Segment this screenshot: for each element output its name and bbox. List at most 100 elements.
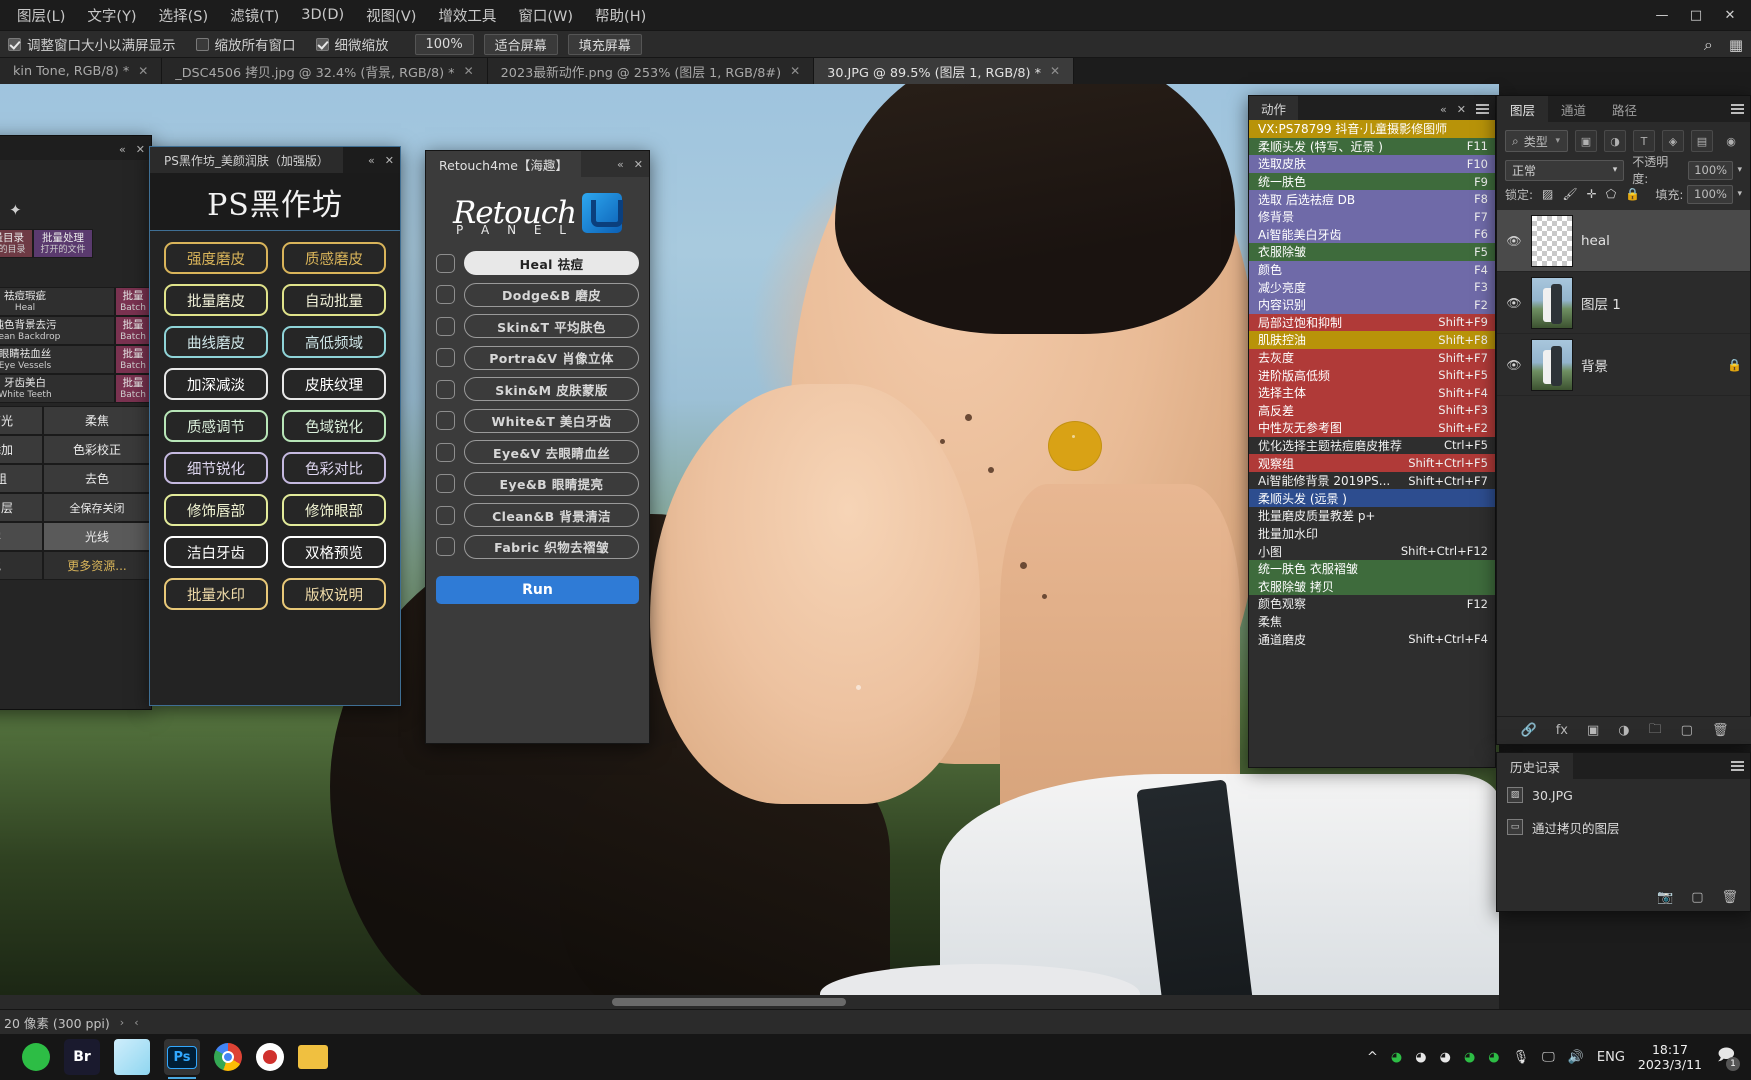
r4m-button-label[interactable]: White&T 美白牙齿: [464, 408, 639, 433]
action-row[interactable]: 高反差 Shift+F3: [1249, 401, 1495, 420]
layer-name[interactable]: heal: [1581, 233, 1742, 249]
action-row[interactable]: 小图 Shift+Ctrl+F12: [1249, 542, 1495, 560]
zoom-all-checkbox[interactable]: [195, 37, 209, 51]
lock-artboard-icon[interactable]: ⬠: [1606, 187, 1616, 201]
feature-batch-button[interactable]: 批量 Batch: [115, 316, 151, 345]
r4m-checkbox[interactable]: [436, 537, 455, 556]
r4m-item-dodge-burn[interactable]: Dodge&B 磨皮: [436, 282, 639, 307]
hzf-tab[interactable]: PS黑作坊_美颜润肤（加强版）: [150, 147, 343, 173]
group-icon[interactable]: 🗀: [1649, 720, 1662, 742]
action-row[interactable]: 柔顺头发 (远景 ): [1249, 489, 1495, 508]
action-row[interactable]: 通道磨皮 Shift+Ctrl+F4: [1249, 630, 1495, 648]
r4m-item-skin-tone[interactable]: Skin&T 平均肤色: [436, 314, 639, 338]
fx-icon[interactable]: fx: [1556, 723, 1568, 738]
new-doc-icon[interactable]: ▢: [1691, 890, 1703, 905]
feature-eye-vessels-button[interactable]: 眼睛祛血丝 Eye Vessels: [0, 345, 115, 374]
clock[interactable]: 18:17 2023/3/11: [1638, 1042, 1702, 1072]
history-tab[interactable]: 历史记录: [1497, 753, 1574, 779]
close-icon[interactable]: ✕: [138, 64, 148, 78]
action-row[interactable]: 中性灰无参考图 Shift+F2: [1249, 419, 1495, 437]
r4m-button-label[interactable]: Clean&B 背景清洁: [464, 503, 639, 527]
filter-toggle-icon[interactable]: ◉: [1720, 130, 1742, 152]
layer-row[interactable]: 👁 heal: [1497, 210, 1750, 272]
r4m-tab[interactable]: Retouch4me【海趣】: [426, 151, 581, 177]
menu-icon[interactable]: [1731, 102, 1744, 117]
eye-icon[interactable]: 👁: [1505, 358, 1523, 372]
tool-other[interactable]: 其他: [0, 551, 43, 580]
r4m-checkbox[interactable]: [436, 285, 455, 304]
action-row[interactable]: 观察组 Shift+Ctrl+F5: [1249, 454, 1495, 472]
document-tab-2[interactable]: 2023最新动作.png @ 253% (图层 1, RGB/8#) ✕: [487, 58, 815, 84]
close-icon[interactable]: ✕: [790, 64, 800, 78]
photoshop-icon[interactable]: Ps: [164, 1039, 200, 1079]
actions-tab[interactable]: 动作: [1249, 96, 1299, 120]
hzf-button-copyright[interactable]: 版权说明: [282, 578, 386, 610]
filter-type-icon[interactable]: T: [1633, 130, 1655, 152]
action-row[interactable]: 选取皮肤 F10: [1249, 155, 1495, 173]
menu-icon[interactable]: [1731, 759, 1744, 774]
action-row[interactable]: 柔焦: [1249, 612, 1495, 631]
r4m-button-label[interactable]: Fabric 织物去褶皱: [464, 534, 639, 559]
scrollbar-thumb[interactable]: [612, 998, 846, 1006]
r4m-checkbox[interactable]: [436, 411, 455, 430]
layer-row[interactable]: 👁 背景 🔒: [1497, 334, 1750, 396]
hzf-button-batch-watermark[interactable]: 批量水印: [164, 578, 268, 610]
layer-name[interactable]: 图层 1: [1581, 293, 1742, 313]
r4m-button-label[interactable]: Portra&V 肖像立体: [464, 345, 639, 370]
hzf-button-freq-separation[interactable]: 高低频域: [282, 326, 386, 358]
menu-item-type[interactable]: 文字(Y): [76, 3, 147, 28]
action-row[interactable]: 统一肤色 衣服褶皱: [1249, 559, 1495, 578]
chevron-down-icon[interactable]: ▾: [1737, 189, 1742, 199]
filter-adjust-icon[interactable]: ◑: [1604, 130, 1626, 152]
action-row[interactable]: 批量磨皮质量教差 p+: [1249, 507, 1495, 525]
maximize-button[interactable]: □: [1679, 0, 1713, 30]
status-prev-icon[interactable]: ‹: [134, 1016, 138, 1029]
document-tab-3[interactable]: 30.JPG @ 89.5% (图层 1, RGB/8) * ✕: [814, 58, 1075, 84]
hzf-button-retouch-lips[interactable]: 修饰唇部: [164, 494, 268, 526]
feature-white-teeth-button[interactable]: 牙齿美白 White Teeth: [0, 374, 115, 403]
r4m-run-button[interactable]: Run: [436, 575, 639, 604]
fill-control[interactable]: 填充: 100% ▾: [1655, 184, 1742, 204]
qq3-icon[interactable]: ◕: [1488, 1050, 1499, 1065]
snipaste-icon[interactable]: [114, 1039, 150, 1075]
action-row[interactable]: 局部过饱和抑制 Shift+F9: [1249, 313, 1495, 332]
layers-panel[interactable]: 图层 通道 路径 ⌕ 类型 ▾ ▣ ◑ T ◈ ▤ ◉ 正常 ▾ 不透明度: 1…: [1496, 95, 1751, 745]
hzf-button-gamut-sharpen[interactable]: 色域锐化: [282, 410, 386, 442]
r4m-button-label[interactable]: Eye&V 去眼睛血丝: [464, 440, 639, 464]
lock-all-icon[interactable]: 🔒: [1625, 187, 1640, 201]
tool-desaturate[interactable]: 去色: [43, 464, 151, 493]
close-button[interactable]: ✕: [1713, 0, 1747, 30]
feature-batch-button[interactable]: 批量 Batch: [115, 287, 151, 316]
menu-icon[interactable]: [1476, 102, 1489, 117]
fit-window-option[interactable]: 调整窗口大小以满屏显示: [8, 34, 176, 54]
r4m-button-label[interactable]: Skin&M 皮肤蒙版: [464, 377, 639, 401]
actions-list[interactable]: VX:PS78799 抖音·儿童摄影修图师 柔顺头发 (特写、近景 ) F11 选取皮…: [1249, 120, 1495, 648]
tool-color-correct[interactable]: 色彩校正: [43, 435, 151, 464]
r4m-checkbox[interactable]: [436, 348, 455, 367]
r4m-button-label[interactable]: Heal 祛痘: [464, 251, 639, 275]
fill-screen-button[interactable]: 填充屏幕: [567, 33, 642, 55]
layer-rows[interactable]: 👁 heal 👁 图层 1 👁 背景 🔒: [1497, 210, 1750, 396]
close-icon[interactable]: ✕: [385, 154, 394, 167]
volume-icon[interactable]: 🔊: [1568, 1050, 1584, 1065]
retouch4me-panel[interactable]: Retouch4me【海趣】 « ✕ Retouch P A N E L Hea…: [425, 150, 650, 744]
qq-icon[interactable]: ◕: [1391, 1050, 1402, 1065]
action-row[interactable]: 颜色 F4: [1249, 260, 1495, 279]
history-panel[interactable]: 历史记录 ▨ 30.JPG ▭ 通过拷贝的图层 📷 ▢ 🗑: [1496, 752, 1751, 912]
recorder-icon[interactable]: [256, 1043, 284, 1071]
history-row-0[interactable]: ▨ 30.JPG: [1497, 779, 1750, 811]
action-row[interactable]: 统一肤色 F9: [1249, 172, 1495, 191]
tool-add-noise[interactable]: 噪点添加: [0, 435, 43, 464]
hzf-button-texture-smooth[interactable]: 质感磨皮: [282, 242, 386, 274]
action-row[interactable]: 肌肤控油 Shift+F8: [1249, 331, 1495, 349]
minimize-button[interactable]: —: [1645, 0, 1679, 30]
hzf-button-curve-smooth[interactable]: 曲线磨皮: [164, 326, 268, 358]
adjustment-icon[interactable]: ◑: [1618, 723, 1629, 738]
chevron-down-icon[interactable]: ▾: [1555, 136, 1560, 146]
action-row[interactable]: 修背景 F7: [1249, 207, 1495, 226]
r4m-item-portrait-volume[interactable]: Portra&V 肖像立体: [436, 345, 639, 370]
action-row[interactable]: VX:PS78799 抖音·儿童摄影修图师: [1249, 120, 1495, 138]
bridge-icon[interactable]: Br: [64, 1039, 100, 1075]
menu-item-plugins[interactable]: 增效工具: [427, 3, 507, 28]
r4m-checkbox[interactable]: [436, 379, 455, 399]
